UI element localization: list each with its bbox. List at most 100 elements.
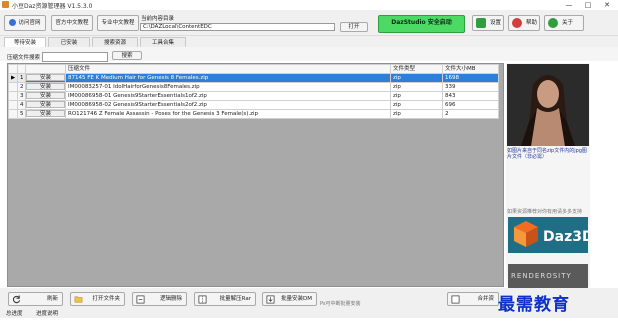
window-title: 小豆Daz资源管理器 V1.5.3.0 xyxy=(12,3,93,10)
refresh-label: 刷新 xyxy=(46,296,58,302)
row-number: 1 xyxy=(17,73,26,83)
file-table: 压缩文件 文件类型 文件大小MB ▶ 1 安装 87145 FE K Medium H… xyxy=(8,64,499,119)
refresh-icon xyxy=(12,295,21,304)
logical-delete-label: 逻辑删除 xyxy=(159,296,182,302)
tab-search-resources[interactable]: 搜索资源 xyxy=(92,37,138,47)
renderosity-logo[interactable]: RENDEROSITY xyxy=(508,264,588,288)
file-size-cell: 843 xyxy=(442,91,499,101)
progress-note-label: 进度说明 xyxy=(36,311,59,317)
open-folder-label: 打开文件夹 xyxy=(92,296,120,302)
open-dir-button[interactable]: 打开 xyxy=(340,22,368,32)
header-num xyxy=(17,64,26,74)
file-name-cell: 87145 FE K Medium Hair for Genesis 8 Fem… xyxy=(65,73,391,83)
settings-button[interactable]: 设置 xyxy=(472,15,504,31)
row-number: 4 xyxy=(17,100,26,110)
minimize-button[interactable]: — xyxy=(560,0,578,10)
file-size-cell: 339 xyxy=(442,82,499,92)
file-type-cell: zip xyxy=(390,109,443,119)
total-progress-label: 总进度 xyxy=(6,311,23,317)
content-dir-field[interactable]: C:\DAZLocal\ContentEDC xyxy=(140,23,335,31)
help-icon xyxy=(512,18,522,28)
header-type[interactable]: 文件类型 xyxy=(390,64,443,74)
header-action xyxy=(25,64,66,74)
renderosity-logo-text: RENDEROSITY xyxy=(511,272,572,280)
watermark-text: 最需教育 xyxy=(498,295,570,315)
search-label: 压缩文件搜索 xyxy=(7,55,41,61)
file-name-cell: IM00086958-02 Genesis9StarterEssentials2… xyxy=(65,100,391,110)
search-input[interactable] xyxy=(42,52,108,62)
maximize-button[interactable]: □ xyxy=(579,0,597,10)
batch-unzip-button[interactable]: 批量解压Rar xyxy=(194,292,256,306)
file-name-cell: IM00083257-01 IdolHairforGenesis8Females… xyxy=(65,82,391,92)
batch-unzip-label: 批量解压Rar xyxy=(219,296,251,302)
daz-studio-launch-button[interactable]: DazStudio 安全启动 xyxy=(378,15,465,33)
install-cell: 安装 xyxy=(25,109,66,119)
tab-tools[interactable]: 工具合集 xyxy=(140,37,186,47)
table-row[interactable]: 3 安装 IM00086958-01 Genesis9StarterEssentia… xyxy=(8,91,499,101)
install-button[interactable]: 安装 xyxy=(26,74,65,81)
search-button[interactable]: 搜索 xyxy=(112,51,142,60)
file-size-cell: 696 xyxy=(442,100,499,110)
header-file[interactable]: 压缩文件 xyxy=(65,64,391,74)
row-marker xyxy=(8,82,18,92)
table-row[interactable]: 4 安装 IM00086958-02 Genesis9StarterEssentia… xyxy=(8,100,499,110)
gear-icon xyxy=(476,18,486,28)
file-type-cell: zip xyxy=(390,73,443,83)
batch-install-button[interactable]: 批量安装DM xyxy=(262,292,317,306)
visit-site-label: 访问官网 xyxy=(18,20,41,26)
file-size-cell: 1698 xyxy=(442,73,499,83)
globe-icon xyxy=(9,19,17,26)
table-row[interactable]: 2 安装 IM00083257-01 IdolHairforGenesis8Fema… xyxy=(8,82,499,92)
row-marker xyxy=(8,100,18,110)
ad-note: 如果资源推荐对你有用请多多支持 xyxy=(507,209,583,215)
table-row[interactable]: 5 安装 RO121746 Z Female Assassin - Poses fo… xyxy=(8,109,499,119)
install-cell: 安装 xyxy=(25,100,66,110)
logical-delete-button[interactable]: 逻辑删除 xyxy=(132,292,187,306)
daz3d-logo[interactable]: Daz3D xyxy=(508,217,588,253)
batch-hint: Ps可中断批量安装 xyxy=(320,301,361,307)
preview-image xyxy=(507,64,589,146)
header-marker xyxy=(8,64,18,74)
help-button[interactable]: 帮助 xyxy=(508,15,540,31)
daz3d-logo-text: Daz3D xyxy=(543,229,588,245)
open-folder-button[interactable]: 打开文件夹 xyxy=(70,292,125,306)
install-button[interactable]: 安装 xyxy=(26,83,65,90)
install-button[interactable]: 安装 xyxy=(26,92,65,99)
title-bar: 小豆Daz资源管理器 V1.5.3.0 — □ ✕ xyxy=(0,0,618,10)
file-name-cell: IM00086958-01 Genesis9StarterEssentials1… xyxy=(65,91,391,101)
content-dir-label: 当前内容目录 xyxy=(141,16,175,22)
help-label: 帮助 xyxy=(526,20,538,26)
file-type-cell: zip xyxy=(390,91,443,101)
install-button[interactable]: 安装 xyxy=(26,110,65,117)
merge-label: 合并资 xyxy=(477,296,494,302)
table-header-row: 压缩文件 文件类型 文件大小MB xyxy=(8,64,499,74)
merge-icon xyxy=(451,295,460,304)
row-number: 2 xyxy=(17,82,26,92)
row-marker: ▶ xyxy=(8,73,18,83)
delete-icon xyxy=(136,295,145,304)
file-type-cell: zip xyxy=(390,100,443,110)
official-tutorial-button[interactable]: 官方中文教程 xyxy=(51,15,93,31)
tab-pending-install[interactable]: 等待安装 xyxy=(4,37,46,47)
file-name-cell: RO121746 Z Female Assassin - Poses for t… xyxy=(65,109,391,119)
install-cell: 安装 xyxy=(25,73,66,83)
row-number: 3 xyxy=(17,91,26,101)
settings-label: 设置 xyxy=(490,20,502,26)
about-button[interactable]: 关于 xyxy=(544,15,584,31)
header-size[interactable]: 文件大小MB xyxy=(442,64,499,74)
merge-button[interactable]: 合并资 xyxy=(447,292,499,306)
file-size-cell: 2 xyxy=(442,109,499,119)
refresh-button[interactable]: 刷新 xyxy=(8,292,63,306)
tab-installed[interactable]: 已安装 xyxy=(48,37,90,47)
pro-tutorial-button[interactable]: 专业中文教程 xyxy=(97,15,139,31)
visit-site-button[interactable]: 访问官网 xyxy=(4,15,46,31)
folder-icon xyxy=(74,296,83,303)
table-row[interactable]: ▶ 1 安装 87145 FE K Medium Hair for Genesis 8… xyxy=(8,73,499,83)
info-icon xyxy=(548,18,558,28)
file-grid: 压缩文件 文件类型 文件大小MB ▶ 1 安装 87145 FE K Medium H… xyxy=(7,63,504,287)
close-button[interactable]: ✕ xyxy=(598,0,616,10)
row-number: 5 xyxy=(17,109,26,119)
app-icon xyxy=(2,1,9,8)
install-button[interactable]: 安装 xyxy=(26,101,65,108)
install-icon xyxy=(266,295,275,304)
